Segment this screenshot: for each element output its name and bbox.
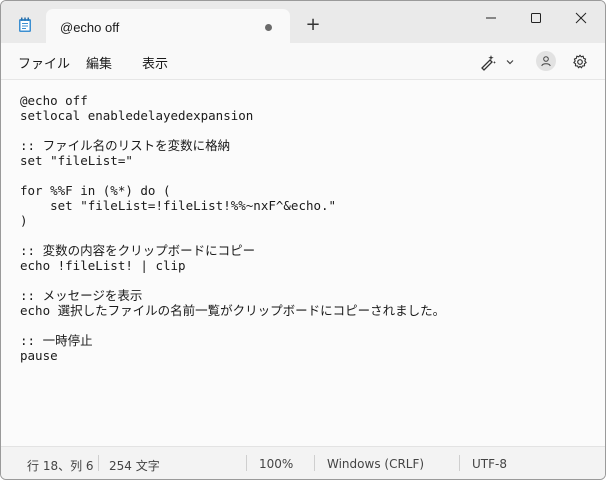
status-zoom[interactable]: 100% (259, 457, 293, 471)
account-button[interactable] (536, 51, 556, 71)
maximize-button[interactable] (513, 1, 559, 35)
code-line: :: 一時停止 (20, 333, 93, 348)
notepad-window: @echo off + ファイル 編集 表示 @echo off setloca… (0, 0, 606, 480)
chevron-down-icon (506, 60, 514, 65)
code-line: pause (20, 348, 58, 363)
code-line: :: ファイル名のリストを変数に格納 (20, 138, 231, 153)
close-icon (575, 12, 587, 24)
status-encoding[interactable]: UTF-8 (472, 457, 507, 471)
status-divider (459, 455, 460, 471)
code-line: setlocal enabledelayedexpansion (20, 108, 254, 123)
minimize-button[interactable] (468, 1, 514, 35)
tab-title: @echo off (60, 20, 120, 35)
title-bar: @echo off + (1, 1, 605, 43)
status-char-count[interactable]: 254 文字 (109, 457, 160, 474)
notepad-icon (18, 17, 32, 33)
minimize-icon (486, 17, 496, 19)
code-line: echo !fileList! | clip (20, 258, 186, 273)
code-line: ) (20, 213, 28, 228)
copilot-dropdown[interactable] (504, 52, 516, 72)
code-line: set "fileList=" (20, 153, 133, 168)
status-divider (314, 455, 315, 471)
menu-edit[interactable]: 編集 (86, 53, 112, 72)
new-tab-button[interactable]: + (303, 15, 323, 35)
account-icon (541, 56, 551, 67)
code-line: echo 選択したファイルの名前一覧がクリップボードにコピーされました。 (20, 303, 446, 318)
menu-bar: ファイル 編集 表示 (1, 43, 605, 80)
copilot-button[interactable] (479, 52, 497, 72)
status-cursor-position[interactable]: 行 18、列 6 (27, 457, 94, 474)
maximize-icon (531, 13, 541, 23)
tab-document[interactable]: @echo off (46, 9, 290, 43)
menu-file[interactable]: ファイル (18, 53, 70, 72)
copilot-icon (481, 55, 496, 71)
status-divider (98, 455, 99, 471)
code-line: @echo off (20, 93, 88, 108)
code-line: :: メッセージを表示 (20, 288, 143, 303)
status-bar: 行 18、列 6 254 文字 100% Windows (CRLF) UTF-… (1, 446, 605, 479)
settings-button[interactable] (571, 52, 589, 72)
status-divider (246, 455, 247, 471)
text-editor[interactable]: @echo off setlocal enabledelayedexpansion… (1, 80, 605, 446)
code-line: :: 変数の内容をクリップボードにコピー (20, 243, 256, 258)
menu-view[interactable]: 表示 (142, 53, 168, 72)
close-button[interactable] (558, 1, 604, 35)
status-line-ending[interactable]: Windows (CRLF) (327, 457, 424, 471)
code-line: for %%F in (%*) do ( (20, 183, 171, 198)
unsaved-dot-icon[interactable] (265, 24, 272, 31)
editor-content[interactable]: @echo off setlocal enabledelayedexpansion… (20, 93, 445, 363)
code-line: set "fileList=!fileList!%%~nxF^&echo." (20, 198, 337, 213)
gear-icon (573, 54, 587, 69)
